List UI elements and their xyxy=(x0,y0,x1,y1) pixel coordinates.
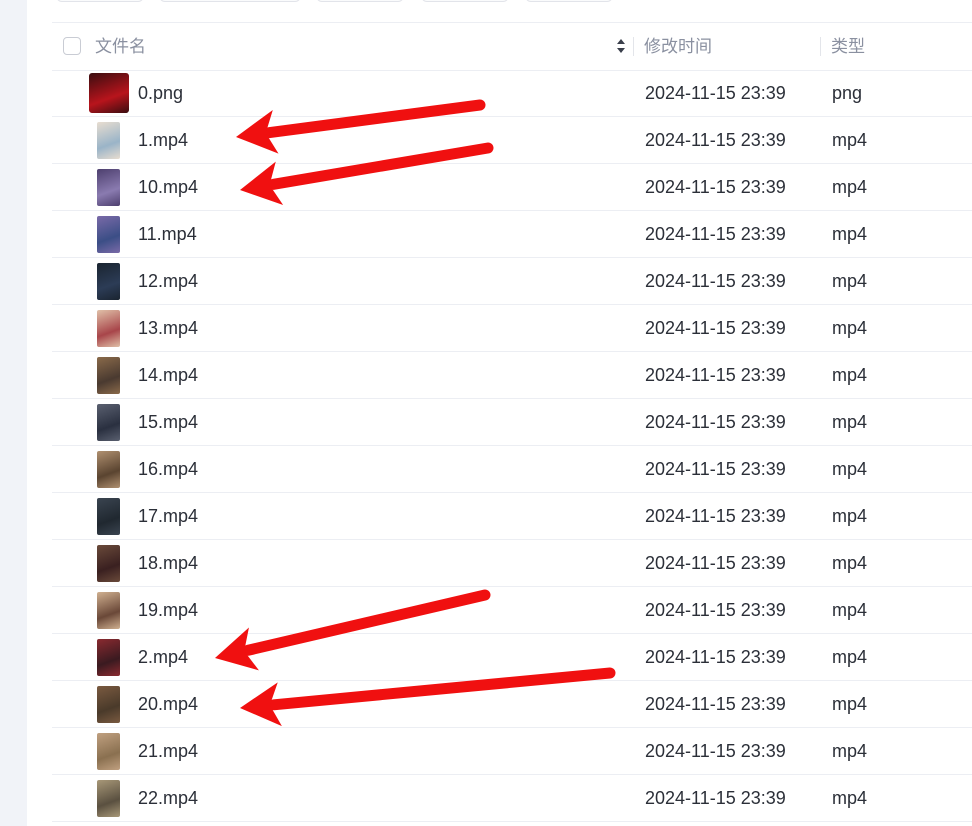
file-name[interactable]: 19.mp4 xyxy=(138,587,198,633)
column-divider[interactable] xyxy=(633,37,634,56)
file-modified-time: 2024-11-15 23:39 xyxy=(645,506,786,526)
table-row[interactable]: 15.mp4 2024-11-15 23:39 mp4 xyxy=(52,399,972,446)
file-type: mp4 xyxy=(832,741,868,761)
file-modified-time: 2024-11-15 23:39 xyxy=(645,177,786,197)
file-name[interactable]: 14.mp4 xyxy=(138,352,198,398)
table-row[interactable]: 2.mp4 2024-11-15 23:39 mp4 xyxy=(52,634,972,681)
file-name[interactable]: 21.mp4 xyxy=(138,728,198,774)
file-type: mp4 xyxy=(832,365,868,385)
file-type: mp4 xyxy=(832,271,868,291)
column-header-name[interactable]: 文件名 xyxy=(95,23,146,70)
file-modified-time: 2024-11-15 23:39 xyxy=(645,788,786,808)
file-type: mp4 xyxy=(832,177,868,197)
file-name[interactable]: 10.mp4 xyxy=(138,164,198,210)
table-row[interactable]: 1.mp4 2024-11-15 23:39 mp4 xyxy=(52,117,972,164)
file-thumbnail xyxy=(97,263,120,300)
file-name[interactable]: 0.png xyxy=(138,70,183,116)
file-thumbnail xyxy=(97,169,120,206)
file-modified-time: 2024-11-15 23:39 xyxy=(645,224,786,244)
toolbar-button[interactable] xyxy=(159,0,301,2)
toolbar-button[interactable] xyxy=(56,0,144,2)
file-type: mp4 xyxy=(832,506,868,526)
column-header-mtime[interactable]: 修改时间 xyxy=(644,23,712,70)
file-type: png xyxy=(832,83,863,103)
file-modified-time: 2024-11-15 23:39 xyxy=(645,271,786,291)
file-name[interactable]: 17.mp4 xyxy=(138,493,198,539)
select-all-checkbox[interactable] xyxy=(63,37,81,55)
file-modified-time: 2024-11-15 23:39 xyxy=(645,741,786,761)
file-type: mp4 xyxy=(832,647,868,667)
file-thumbnail xyxy=(97,404,120,441)
file-thumbnail xyxy=(97,780,120,817)
file-name[interactable]: 15.mp4 xyxy=(138,399,198,445)
file-thumbnail xyxy=(97,733,120,770)
file-modified-time: 2024-11-15 23:39 xyxy=(645,83,786,103)
table-row[interactable]: 13.mp4 2024-11-15 23:39 mp4 xyxy=(52,305,972,352)
sidebar-edge xyxy=(0,0,27,826)
file-name[interactable]: 22.mp4 xyxy=(138,775,198,821)
file-thumbnail xyxy=(97,639,120,676)
file-thumbnail xyxy=(89,73,129,113)
file-name[interactable]: 2.mp4 xyxy=(138,634,188,680)
file-type: mp4 xyxy=(832,694,868,714)
file-name[interactable]: 12.mp4 xyxy=(138,258,198,304)
toolbar-button[interactable] xyxy=(525,0,613,2)
file-thumbnail xyxy=(97,545,120,582)
table-row[interactable]: 19.mp4 2024-11-15 23:39 mp4 xyxy=(52,587,972,634)
file-thumbnail xyxy=(97,451,120,488)
file-modified-time: 2024-11-15 23:39 xyxy=(645,412,786,432)
file-name[interactable]: 16.mp4 xyxy=(138,446,198,492)
table-row[interactable]: 22.mp4 2024-11-15 23:39 mp4 xyxy=(52,775,972,822)
column-divider[interactable] xyxy=(820,37,821,56)
table-header: 文件名 修改时间 类型 xyxy=(52,22,972,71)
file-thumbnail xyxy=(97,592,120,629)
table-row[interactable]: 16.mp4 2024-11-15 23:39 mp4 xyxy=(52,446,972,493)
file-modified-time: 2024-11-15 23:39 xyxy=(645,553,786,573)
file-name[interactable]: 20.mp4 xyxy=(138,681,198,727)
file-type: mp4 xyxy=(832,553,868,573)
table-row[interactable]: 11.mp4 2024-11-15 23:39 mp4 xyxy=(52,211,972,258)
file-modified-time: 2024-11-15 23:39 xyxy=(645,600,786,620)
file-modified-time: 2024-11-15 23:39 xyxy=(645,459,786,479)
file-thumbnail xyxy=(97,357,120,394)
file-type: mp4 xyxy=(832,412,868,432)
table-row[interactable]: 14.mp4 2024-11-15 23:39 mp4 xyxy=(52,352,972,399)
file-thumbnail xyxy=(97,310,120,347)
file-thumbnail xyxy=(97,498,120,535)
file-type: mp4 xyxy=(832,788,868,808)
file-name[interactable]: 1.mp4 xyxy=(138,117,188,163)
toolbar-button[interactable] xyxy=(421,0,509,2)
toolbar-button[interactable] xyxy=(316,0,404,2)
file-type: mp4 xyxy=(832,130,868,150)
table-row[interactable]: 20.mp4 2024-11-15 23:39 mp4 xyxy=(52,681,972,728)
file-type: mp4 xyxy=(832,224,868,244)
file-modified-time: 2024-11-15 23:39 xyxy=(645,694,786,714)
file-modified-time: 2024-11-15 23:39 xyxy=(645,318,786,338)
file-type: mp4 xyxy=(832,600,868,620)
table-row[interactable]: 0.png 2024-11-15 23:39 png xyxy=(52,70,972,117)
file-name[interactable]: 11.mp4 xyxy=(138,211,197,257)
file-thumbnail xyxy=(97,686,120,723)
column-header-type[interactable]: 类型 xyxy=(831,23,865,70)
file-modified-time: 2024-11-15 23:39 xyxy=(645,647,786,667)
table-row[interactable]: 10.mp4 2024-11-15 23:39 mp4 xyxy=(52,164,972,211)
file-type: mp4 xyxy=(832,318,868,338)
table-row[interactable]: 18.mp4 2024-11-15 23:39 mp4 xyxy=(52,540,972,587)
file-thumbnail xyxy=(97,216,120,253)
file-modified-time: 2024-11-15 23:39 xyxy=(645,130,786,150)
table-row[interactable]: 12.mp4 2024-11-15 23:39 mp4 xyxy=(52,258,972,305)
file-name[interactable]: 18.mp4 xyxy=(138,540,198,586)
table-row[interactable]: 21.mp4 2024-11-15 23:39 mp4 xyxy=(52,728,972,775)
table-row[interactable]: 17.mp4 2024-11-15 23:39 mp4 xyxy=(52,493,972,540)
file-modified-time: 2024-11-15 23:39 xyxy=(645,365,786,385)
file-thumbnail xyxy=(97,122,120,159)
file-type: mp4 xyxy=(832,459,868,479)
sort-icon[interactable] xyxy=(616,37,626,55)
file-name[interactable]: 13.mp4 xyxy=(138,305,198,351)
